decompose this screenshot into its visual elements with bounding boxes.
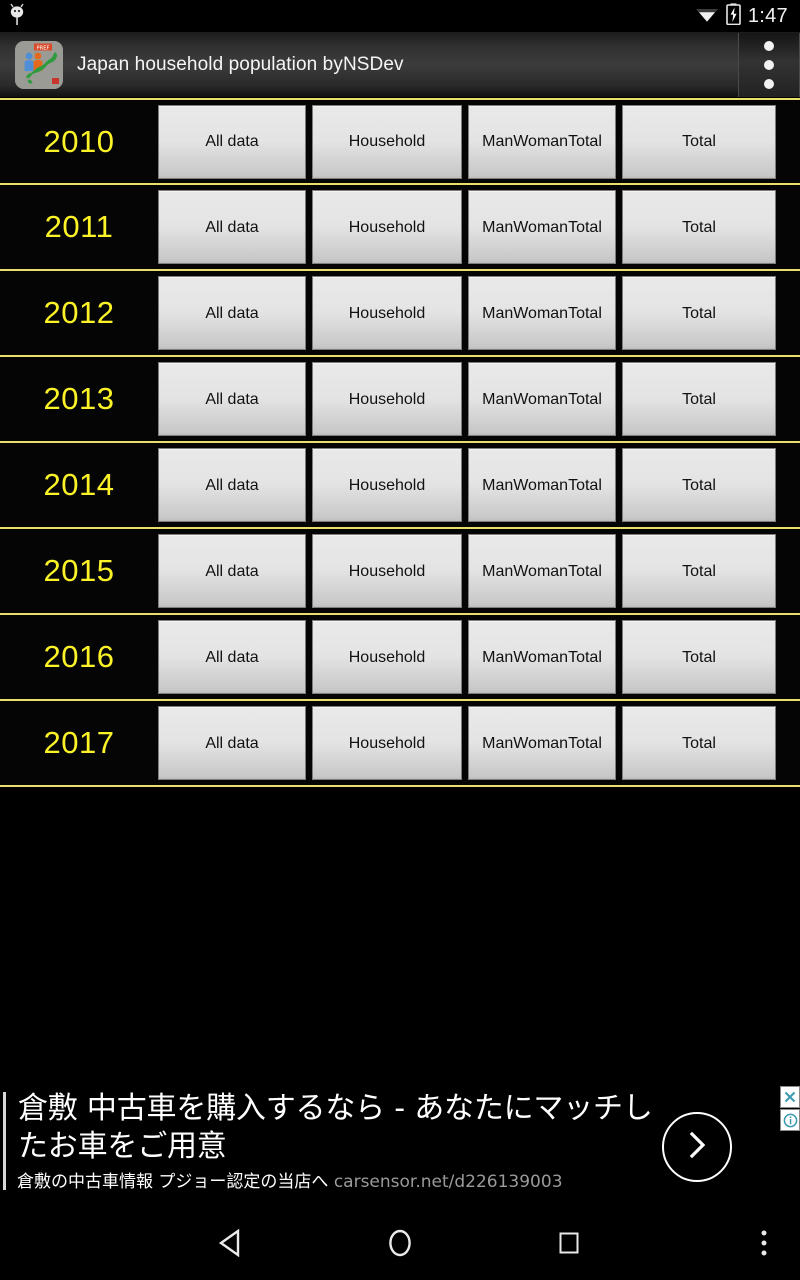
total-button[interactable]: Total bbox=[622, 448, 776, 522]
man-woman-total-button[interactable]: ManWomanTotal bbox=[468, 362, 616, 436]
status-bar: 1:47 bbox=[0, 0, 800, 32]
row-year-label: 2014 bbox=[43, 467, 115, 502]
total-button[interactable]: Total bbox=[622, 362, 776, 436]
android-screen: 1:47 PREF Japan household population byN… bbox=[0, 0, 800, 1280]
svg-text:PREF: PREF bbox=[37, 45, 50, 51]
back-triangle-icon[interactable] bbox=[218, 1229, 244, 1257]
table-row: 2014 All data Household ManWomanTotal To… bbox=[0, 443, 800, 529]
row-year-label: 2017 bbox=[43, 725, 115, 760]
row-year-label: 2011 bbox=[44, 209, 114, 244]
row-button-group: All data Household ManWomanTotal Total bbox=[158, 443, 800, 527]
total-button[interactable]: Total bbox=[622, 620, 776, 694]
household-button[interactable]: Household bbox=[312, 104, 462, 179]
row-year-label: 2016 bbox=[43, 639, 115, 674]
row-button-group: All data Household ManWomanTotal Total bbox=[158, 701, 800, 785]
all-data-button[interactable]: All data bbox=[158, 104, 306, 179]
ad-close-icon[interactable] bbox=[780, 1086, 800, 1108]
household-button[interactable]: Household bbox=[312, 190, 462, 264]
row-button-group: All data Household ManWomanTotal Total bbox=[158, 357, 800, 441]
all-data-button[interactable]: All data bbox=[158, 276, 306, 350]
status-bar-system-icons: 1:47 bbox=[695, 2, 800, 30]
status-bar-clock: 1:47 bbox=[747, 4, 788, 27]
ad-subline: 倉敷の中古車情報 プジョー認定の当店へ carsensor.net/d22613… bbox=[17, 1172, 563, 1192]
overflow-menu-icon[interactable] bbox=[738, 32, 800, 97]
nav-overflow-dot bbox=[761, 1250, 767, 1256]
ad-cta-button[interactable] bbox=[662, 1112, 732, 1182]
man-woman-total-button[interactable]: ManWomanTotal bbox=[468, 190, 616, 264]
all-data-button[interactable]: All data bbox=[158, 448, 306, 522]
table-row: 2013 All data Household ManWomanTotal To… bbox=[0, 357, 800, 443]
table-row: 2011 All data Household ManWomanTotal To… bbox=[0, 185, 800, 271]
total-button[interactable]: Total bbox=[622, 190, 776, 264]
all-data-button[interactable]: All data bbox=[158, 620, 306, 694]
row-button-group: All data Household ManWomanTotal Total bbox=[158, 615, 800, 699]
nav-overflow-dot bbox=[761, 1230, 767, 1236]
man-woman-total-button[interactable]: ManWomanTotal bbox=[468, 448, 616, 522]
total-button[interactable]: Total bbox=[622, 534, 776, 608]
row-button-group: All data Household ManWomanTotal Total bbox=[158, 271, 800, 355]
man-woman-total-button[interactable]: ManWomanTotal bbox=[468, 620, 616, 694]
row-button-group: All data Household ManWomanTotal Total bbox=[158, 529, 800, 613]
overflow-dot bbox=[764, 78, 774, 89]
recents-square-icon[interactable] bbox=[559, 1232, 579, 1254]
total-button[interactable]: Total bbox=[622, 276, 776, 350]
total-button[interactable]: Total bbox=[622, 706, 776, 780]
all-data-button[interactable]: All data bbox=[158, 362, 306, 436]
overflow-dot bbox=[764, 59, 774, 70]
page-title: Japan household population byNSDev bbox=[77, 53, 404, 75]
ad-headline[interactable]: 倉敷 中古車を購入するなら - あなたにマッチしたお車をご用意 bbox=[18, 1090, 658, 1166]
ad-url[interactable]: carsensor.net/d226139003 bbox=[334, 1172, 563, 1192]
year-list: 2010 All data Household ManWomanTotal To… bbox=[0, 98, 800, 787]
all-data-button[interactable]: All data bbox=[158, 190, 306, 264]
overflow-dot bbox=[764, 40, 774, 51]
household-button[interactable]: Household bbox=[312, 620, 462, 694]
row-button-group: All data Household ManWomanTotal Total bbox=[158, 185, 800, 269]
recents-square-shape bbox=[559, 1232, 579, 1254]
row-year-label: 2012 bbox=[43, 295, 115, 330]
nav-overflow-dot bbox=[761, 1240, 767, 1246]
table-row: 2017 All data Household ManWomanTotal To… bbox=[0, 701, 800, 787]
android-bug-icon bbox=[6, 1, 28, 32]
row-year-label: 2015 bbox=[43, 553, 115, 588]
wifi-icon bbox=[695, 5, 719, 28]
all-data-button[interactable]: All data bbox=[158, 534, 306, 608]
man-woman-total-button[interactable]: ManWomanTotal bbox=[468, 534, 616, 608]
table-row: 2016 All data Household ManWomanTotal To… bbox=[0, 615, 800, 701]
table-row: 2012 All data Household ManWomanTotal To… bbox=[0, 271, 800, 357]
ad-description: 倉敷の中古車情報 プジョー認定の当店へ bbox=[17, 1172, 329, 1192]
man-woman-total-button[interactable]: ManWomanTotal bbox=[468, 104, 616, 179]
status-bar-notifications bbox=[0, 1, 28, 32]
battery-charging-icon bbox=[726, 2, 741, 30]
household-button[interactable]: Household bbox=[312, 534, 462, 608]
ad-info-icon[interactable] bbox=[780, 1109, 800, 1131]
action-bar: PREF Japan household population byNSDev bbox=[0, 32, 800, 98]
table-row: 2015 All data Household ManWomanTotal To… bbox=[0, 529, 800, 615]
row-button-group: All data Household ManWomanTotal Total bbox=[158, 100, 800, 183]
total-button[interactable]: Total bbox=[622, 104, 776, 179]
table-row: 2010 All data Household ManWomanTotal To… bbox=[0, 98, 800, 185]
man-woman-total-button[interactable]: ManWomanTotal bbox=[468, 276, 616, 350]
row-year-label: 2013 bbox=[43, 381, 115, 416]
japan-population-app-icon: PREF bbox=[15, 40, 63, 89]
household-button[interactable]: Household bbox=[312, 448, 462, 522]
household-button[interactable]: Household bbox=[312, 276, 462, 350]
row-year-label: 2010 bbox=[43, 123, 115, 159]
household-button[interactable]: Household bbox=[312, 362, 462, 436]
nav-overflow-icon[interactable] bbox=[761, 1230, 767, 1256]
chevron-right-icon bbox=[680, 1128, 714, 1167]
ad-accent-bar bbox=[3, 1092, 6, 1190]
household-button[interactable]: Household bbox=[312, 706, 462, 780]
man-woman-total-button[interactable]: ManWomanTotal bbox=[468, 706, 616, 780]
home-circle-icon[interactable] bbox=[387, 1228, 413, 1258]
all-data-button[interactable]: All data bbox=[158, 706, 306, 780]
